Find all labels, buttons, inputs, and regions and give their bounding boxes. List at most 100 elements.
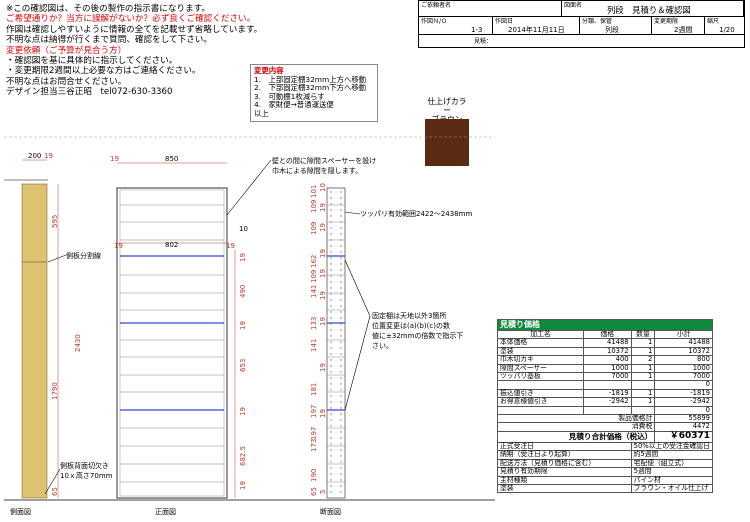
shelf-pin-hole	[330, 341, 332, 343]
estimate-cell: 1	[630, 397, 656, 407]
tension-note: ツッパリ有効範囲2422～2438mm	[360, 209, 472, 218]
front-frame	[116, 187, 228, 499]
shelf-pin-hole	[340, 401, 342, 403]
section-sub-dim: 19	[319, 269, 327, 278]
tension-leader	[344, 211, 361, 215]
section-sub-dim: 19	[319, 291, 327, 300]
shelf-pin-hole	[340, 263, 342, 265]
spacer-note-2: 巾木による隙間を隠します。	[272, 166, 362, 175]
shelf-pin-hole	[340, 437, 342, 439]
section-dim: 133	[310, 317, 318, 330]
estimate-cell: 2	[630, 355, 656, 365]
spacer-note-1: 壁との間に隙間スペーサーを設け	[272, 156, 376, 165]
section-shelves	[327, 191, 345, 493]
shelf-pin-hole	[330, 269, 332, 271]
shelf-pin-hole	[340, 365, 342, 367]
section-view: 1011091091621091411331411811971971731906…	[310, 183, 472, 516]
section-dim: 65	[310, 487, 318, 496]
info-row: 納期（受注日より起算） 約5週間	[497, 450, 714, 460]
shelf-pin-hole	[340, 305, 342, 307]
estimate-cell: お得意様値引き	[497, 397, 584, 407]
shelf-pin-hole	[330, 473, 332, 475]
estimate-cell	[497, 405, 584, 416]
shelf-pin-hole	[330, 227, 332, 229]
shelf-pin-hole	[330, 215, 332, 217]
section-dim: 109	[310, 200, 318, 213]
section-dim: 101	[310, 185, 318, 198]
cutout-label-1: 側板背面切欠き	[60, 461, 109, 470]
shelf-pin-hole	[340, 467, 342, 469]
estimate-cell: -2942	[583, 397, 632, 407]
shelf-pin-hole	[340, 299, 342, 301]
shelf-pin-hole	[330, 485, 332, 487]
shelf-pin-hole	[340, 449, 342, 451]
shelf-pin-hole	[330, 419, 332, 421]
section-sub-dim: 19	[319, 317, 327, 326]
dim-2430: 2430	[74, 334, 82, 352]
grand-total: ￥60371	[654, 430, 713, 443]
shelf-pin-hole	[340, 485, 342, 487]
shelf-pin-hole	[340, 329, 342, 331]
section-sub-dim: 19	[319, 203, 327, 212]
dim-802: 802	[165, 241, 178, 249]
shelf-pin-hole	[340, 257, 342, 259]
shelf-pin-hole	[340, 377, 342, 379]
shelf-pin-hole	[340, 359, 342, 361]
shelf-pin-hole	[330, 233, 332, 235]
shelf-pin-hole	[330, 245, 332, 247]
shelf-pin-hole	[330, 275, 332, 277]
shelf-pin-hole	[340, 311, 342, 313]
shelf-pin-hole	[340, 473, 342, 475]
shelf-pin-hole	[340, 317, 342, 319]
info-label: 見積り有効期限	[497, 467, 632, 477]
estimate-row: ツッパリ基板 7000 1 7000	[497, 372, 713, 382]
fixed-note-4: さい。	[372, 342, 393, 350]
shelf-pin-hole	[330, 359, 332, 361]
fixed-note-3: 値に±32mmの倍数で指示下	[372, 331, 463, 340]
shelf-pin-hole	[330, 443, 332, 445]
shelf-pin-hole	[330, 221, 332, 223]
shelf-pin-hole	[340, 287, 342, 289]
shelf-pin-hole	[330, 479, 332, 481]
fixed-leader-2	[344, 315, 371, 411]
shelf-pin-hole	[340, 275, 342, 277]
dim-490: 490	[239, 285, 247, 298]
info-value: ブラウン・オイル仕上げ	[630, 483, 714, 494]
shelf-pin-hole	[330, 461, 332, 463]
shelf-pin-hole	[340, 407, 342, 409]
shelf-pin-hole	[340, 227, 342, 229]
front-view-label: 正面図	[155, 508, 176, 516]
shelf-pin-hole	[330, 449, 332, 451]
shelf-pin-hole	[330, 197, 332, 199]
estimate-cell: ツッパリ基板	[497, 372, 584, 382]
shelf-pin-hole	[340, 395, 342, 397]
shelf-pin-hole	[330, 305, 332, 307]
shelf-pin-hole	[340, 491, 342, 493]
section-dim: 162	[310, 255, 318, 268]
shelf-pin-hole	[330, 431, 332, 433]
shelf-pin-hole	[330, 335, 332, 337]
shelf-pin-hole	[340, 455, 342, 457]
shelf-pin-hole	[340, 239, 342, 241]
estimate-cell: 7000	[654, 372, 713, 382]
divider-leader	[47, 254, 67, 263]
shelf-pin-hole	[340, 413, 342, 415]
section-dim-labels: 1011091091621091411331411811971971731906…	[310, 183, 327, 496]
estimate-cell: 巾木切カキ	[497, 355, 584, 365]
section-sub-dim: 19	[319, 223, 327, 232]
shelf-pin-hole	[330, 263, 332, 265]
estimate-cell: 800	[654, 355, 713, 365]
shelf-pin-hole	[340, 443, 342, 445]
shelf-pin-hole	[330, 455, 332, 457]
shelf-pin-hole	[330, 203, 332, 205]
shelf-pin-hole	[330, 317, 332, 319]
dim-19-3: 19	[239, 407, 247, 416]
section-view-label: 断面図	[320, 507, 341, 516]
shelf-pin-hole	[340, 389, 342, 391]
shelf-pin-hole	[340, 251, 342, 253]
dim-19-4: 19	[239, 481, 247, 490]
shelf-pin-hole	[340, 281, 342, 283]
dim-side-19: 19	[44, 152, 53, 160]
info-value: 5週間	[630, 467, 714, 477]
shelf-pin-hole	[340, 221, 342, 223]
